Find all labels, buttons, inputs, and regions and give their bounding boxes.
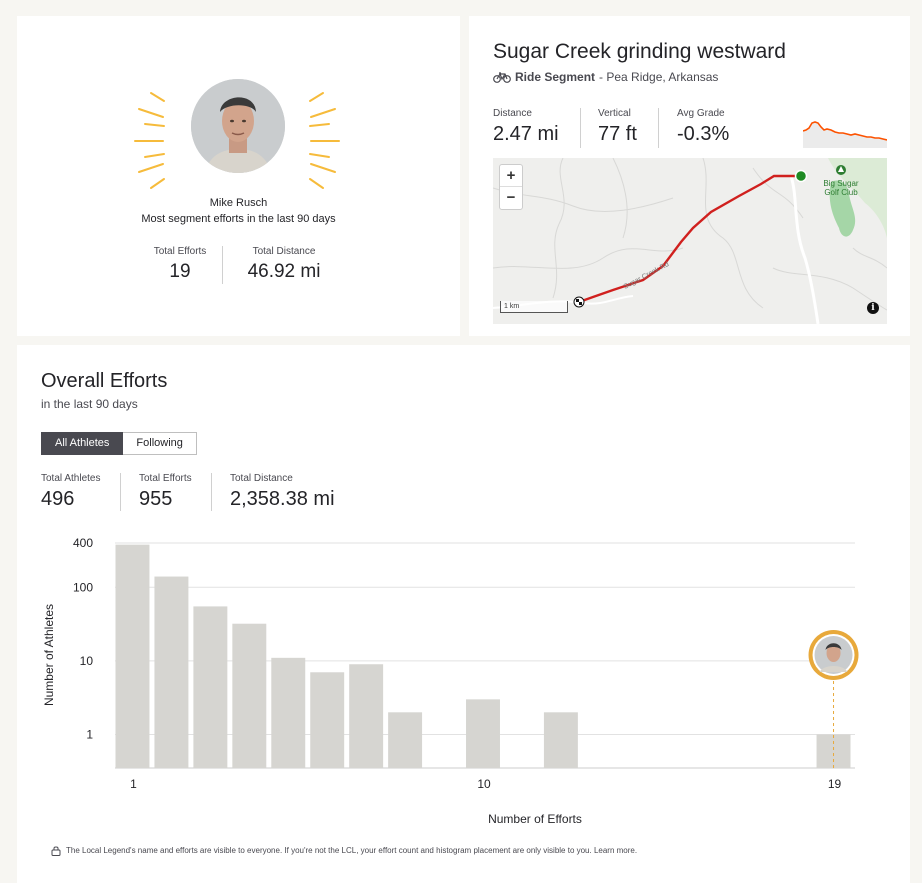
y-tick-label: 400 — [73, 536, 93, 550]
y-tick-label: 100 — [73, 580, 93, 594]
athlete-filter-tabs: All Athletes Following — [41, 432, 197, 455]
stat-value: 2,358.38 mi — [230, 488, 335, 510]
legend-athlete-name[interactable]: Mike Rusch — [17, 197, 460, 209]
stat-label: Total Efforts — [153, 246, 207, 257]
segment-meta: Ride Segment - Pea Ridge, Arkansas — [493, 70, 718, 84]
legend-subtitle: Most segment efforts in the last 90 days — [141, 213, 336, 225]
tab-all-athletes[interactable]: All Athletes — [41, 432, 124, 455]
stat-divider — [658, 108, 659, 148]
histogram-bar — [115, 544, 150, 768]
segment-title: Sugar Creek grinding westward — [493, 40, 786, 63]
segment-stat-distance: Distance 2.47 mi — [493, 108, 559, 146]
map-poi-label: Golf Club — [824, 188, 858, 197]
segment-card: Sugar Creek grinding westward Ride Segme… — [469, 16, 910, 336]
efforts-subtitle: in the last 90 days — [41, 397, 138, 411]
map-zoom-control: + − — [499, 164, 523, 210]
legend-stat-efforts: Total Efforts 19 — [150, 246, 210, 283]
legend-avatar-area — [127, 71, 347, 191]
zoom-in-button[interactable]: + — [500, 165, 522, 187]
x-tick-label: 1 — [130, 777, 137, 791]
info-icon[interactable]: i — [867, 302, 879, 314]
bike-icon — [493, 71, 511, 83]
stat-value: 46.92 mi — [247, 261, 321, 282]
stat-value: 955 — [139, 488, 173, 510]
segment-stat-vertical: Vertical 77 ft — [598, 108, 637, 146]
legend-stat-distance: Total Distance 46.92 mi — [239, 246, 329, 283]
x-axis-label: Number of Efforts — [488, 812, 582, 826]
map-poi-label: Big Sugar — [823, 179, 858, 188]
stat-divider — [580, 108, 581, 148]
map-scale: 1 km — [500, 301, 568, 313]
efforts-stat-efforts: Total Efforts 955 — [139, 473, 192, 511]
stat-value: 2.47 mi — [493, 123, 559, 145]
histogram-bar — [310, 672, 345, 768]
efforts-title: Overall Efforts — [41, 370, 168, 392]
histogram-bar — [466, 699, 500, 768]
histogram-bar — [388, 712, 423, 768]
segment-type: Ride Segment — [515, 70, 596, 84]
histogram-bar — [232, 623, 267, 768]
stat-label: Total Distance — [252, 246, 316, 257]
zoom-out-button[interactable]: − — [500, 187, 522, 209]
map-canvas: Big Sugar Golf Club Sugar Creek Rd — [493, 158, 887, 324]
y-axis-label: Number of Athletes — [42, 604, 56, 706]
stat-value: 19 — [169, 261, 191, 282]
stat-value: 496 — [41, 488, 75, 510]
local-legend-card: Mike Rusch Most segment efforts in the l… — [17, 16, 460, 336]
y-tick-label: 1 — [86, 727, 93, 741]
avatar[interactable] — [191, 79, 285, 173]
lock-icon — [51, 846, 61, 856]
x-tick-label: 19 — [828, 777, 842, 791]
stat-label: Total Efforts — [139, 473, 192, 484]
stat-value: 77 ft — [598, 123, 637, 145]
stat-divider — [211, 473, 212, 511]
stat-label: Distance — [493, 108, 532, 119]
stat-divider — [222, 246, 223, 284]
histogram-bar — [816, 734, 851, 768]
segment-location: - Pea Ridge, Arkansas — [599, 70, 719, 84]
histogram-bar — [271, 657, 306, 768]
histogram-bar — [154, 576, 189, 768]
stat-label: Total Distance — [230, 473, 293, 484]
stat-label: Avg Grade — [677, 108, 725, 119]
histogram-bar — [543, 712, 578, 768]
y-tick-label: 10 — [80, 654, 94, 668]
footnote-text: The Local Legend's name and efforts are … — [66, 846, 638, 855]
segment-stat-grade: Avg Grade -0.3% — [677, 108, 729, 146]
stat-value: -0.3% — [677, 123, 730, 145]
stat-label: Vertical — [598, 108, 631, 119]
histogram-bar — [349, 664, 384, 768]
stat-divider — [120, 473, 121, 511]
overall-efforts-card: Overall Efforts in the last 90 days All … — [17, 345, 910, 883]
histogram-bar — [193, 606, 228, 768]
stat-label: Total Athletes — [41, 473, 101, 484]
x-tick-label: 10 — [477, 777, 491, 791]
elevation-profile — [803, 121, 887, 148]
efforts-stat-distance: Total Distance 2,358.38 mi — [230, 473, 335, 511]
tab-following[interactable]: Following — [123, 432, 197, 455]
efforts-histogram: 1 10 100 400 1 10 19 Number of Efforts Number of… — [42, 536, 859, 826]
footnote: The Local Legend's name and efforts are … — [51, 845, 637, 856]
efforts-stat-athletes: Total Athletes 496 — [41, 473, 100, 511]
segment-map[interactable]: Big Sugar Golf Club Sugar Creek Rd + − 1… — [493, 158, 887, 324]
